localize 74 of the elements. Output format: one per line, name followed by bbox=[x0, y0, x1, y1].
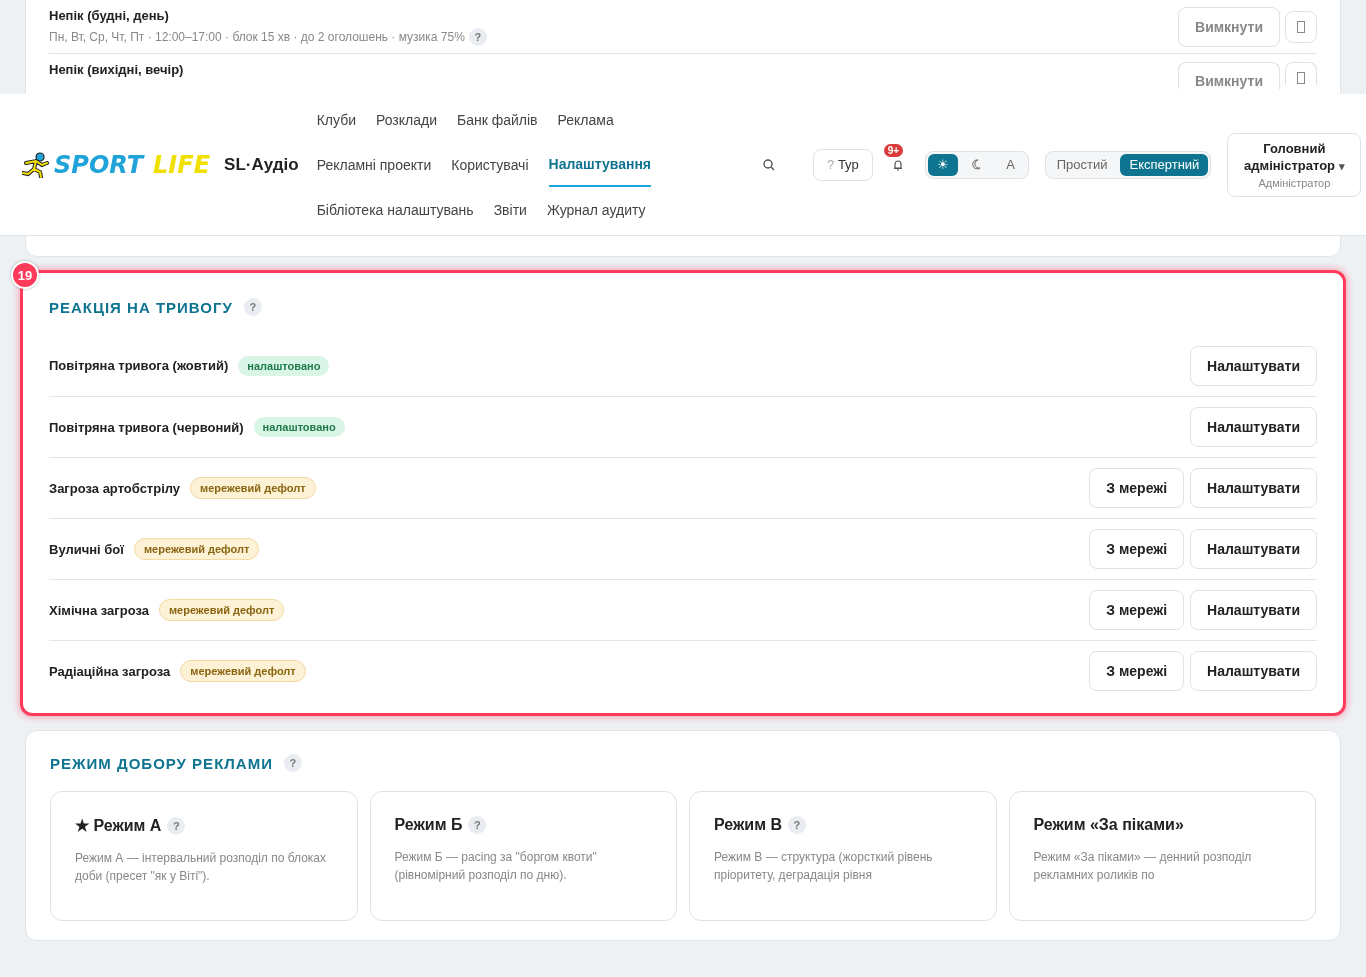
action-button[interactable]: З мережі bbox=[1089, 529, 1185, 569]
alarm-name: Хімічна загроза bbox=[49, 602, 149, 618]
search-icon[interactable] bbox=[763, 158, 776, 171]
mode-description: Режим Б — pacing за "боргом квоти" (рівномірний розподіл по дню). bbox=[394, 849, 598, 884]
mode-card[interactable]: Режим «За піками» Режим «За піками» — денний розподіл рекламних роликів по bbox=[1008, 791, 1316, 921]
help-badge[interactable]: ? bbox=[468, 816, 487, 834]
nav-link[interactable]: Налаштування bbox=[548, 142, 652, 187]
action-button[interactable]: Налаштувати bbox=[1190, 651, 1317, 691]
mode-description: Режим «За піками» — денний розподіл рекламних роликів по bbox=[1033, 849, 1253, 884]
mode-card[interactable]: Режим В ? Режим В — структура (жорсткий рівень пріоритету, деградація рівня bbox=[689, 791, 997, 921]
help-badge[interactable]: ? bbox=[243, 298, 262, 316]
action-button[interactable]: З мережі bbox=[1089, 468, 1185, 508]
status-tag: налаштовано bbox=[253, 417, 345, 437]
delete-button[interactable] bbox=[1285, 11, 1317, 43]
nav-link[interactable]: Розклади bbox=[376, 97, 437, 142]
logo-text: LIFE bbox=[153, 150, 211, 179]
mode-description: Режим В — структура (жорсткий рівень пріоритету, деградація рівня bbox=[714, 849, 934, 884]
status-tag: мережевий дефолт bbox=[180, 660, 306, 682]
disable-button[interactable]: Вимкнути bbox=[1178, 62, 1280, 89]
action-button[interactable]: З мережі bbox=[1089, 590, 1185, 630]
delete-button[interactable] bbox=[1285, 62, 1317, 85]
action-button[interactable]: Налаштувати bbox=[1190, 529, 1317, 569]
help-badge[interactable]: ? bbox=[167, 816, 186, 835]
alarm-name: Повітряна тривога (жовтий) bbox=[49, 358, 229, 373]
moon-icon bbox=[972, 159, 982, 170]
status-tag: мережевий дефолт bbox=[158, 599, 285, 621]
alarm-name: Вуличні бої bbox=[49, 541, 124, 557]
action-button[interactable]: Налаштувати bbox=[1190, 590, 1317, 630]
nav-link[interactable]: Звіти bbox=[493, 187, 527, 232]
nav-link[interactable]: Клуби bbox=[316, 97, 356, 142]
action-button[interactable]: Налаштувати bbox=[1190, 345, 1317, 386]
step-marker: 19 bbox=[11, 261, 39, 289]
notification-badge: 9+ bbox=[883, 143, 904, 157]
nav-link[interactable]: Бібліотека налаштувань bbox=[316, 187, 474, 232]
section-title: РЕАКЦІЯ НА ТРИВОГУ bbox=[49, 298, 233, 316]
schedule-title: Непік (будні, день) bbox=[49, 8, 170, 23]
nav-link[interactable]: Користувачі bbox=[451, 142, 529, 187]
mode-title: Режим Б bbox=[394, 816, 463, 834]
schedule-details: Пн, Вт, Ср, Чт, Пт · 12:00–17:00 · блок 15 хв · до 2 оголошень · музика 75% bbox=[49, 30, 465, 44]
mode-tab[interactable]: Простий bbox=[1047, 153, 1117, 176]
help-badge[interactable]: ? bbox=[468, 28, 487, 46]
nav-link[interactable]: Журнал аудиту bbox=[546, 187, 646, 232]
action-button[interactable]: З мережі bbox=[1089, 651, 1185, 691]
alarm-name: Радіаційна загроза bbox=[49, 663, 171, 679]
user-menu[interactable]: Головний адміністратор ▾ Адміністратор bbox=[1227, 132, 1362, 197]
status-tag: мережевий дефолт bbox=[190, 477, 316, 499]
logo-text: SPORT bbox=[54, 150, 144, 179]
section-title: РЕЖИМ ДОБОРУ РЕКЛАМИ bbox=[50, 754, 273, 772]
action-button[interactable]: Налаштувати bbox=[1190, 407, 1317, 447]
mode-title: ★ Режим А bbox=[75, 816, 162, 835]
action-button[interactable]: Налаштувати bbox=[1190, 468, 1317, 508]
help-badge[interactable]: ? bbox=[788, 816, 806, 834]
app-name: SL·Аудіо bbox=[224, 154, 299, 175]
alarm-name: Загроза артобстрілу bbox=[49, 480, 181, 496]
mode-description: Режим А — інтервальний розподіл по блоках доби (пресет "як у Віті"). bbox=[75, 850, 327, 885]
help-badge[interactable]: ? bbox=[283, 754, 302, 772]
status-tag: мережевий дефолт bbox=[133, 538, 260, 560]
mode-tab[interactable]: Експертний bbox=[1120, 153, 1209, 176]
alarm-name: Повітряна тривога (червоний) bbox=[49, 419, 244, 435]
nav-link[interactable]: Банк файлів bbox=[457, 97, 538, 142]
tour-button[interactable]: ? Тур bbox=[813, 148, 873, 181]
runner-icon bbox=[22, 151, 50, 178]
nav-link[interactable]: Реклама bbox=[557, 97, 614, 142]
auto-theme-button[interactable]: A bbox=[995, 153, 1026, 176]
bell-icon[interactable] bbox=[892, 158, 903, 171]
disable-button[interactable]: Вимкнути bbox=[1178, 7, 1280, 47]
schedule-title: Непік (вихідні, вечір) bbox=[49, 62, 185, 77]
light-theme-button[interactable]: ☀ bbox=[927, 153, 958, 176]
mode-card[interactable]: ★ Режим А ? Режим А — інтервальний розподіл по блоках доби (пресет "як у Віті"). bbox=[50, 791, 358, 921]
mode-title: Режим «За піками» bbox=[1033, 816, 1184, 834]
status-tag: налаштовано bbox=[238, 355, 330, 376]
mode-title: Режим В bbox=[714, 816, 782, 834]
nav-link[interactable]: Рекламні проекти bbox=[316, 142, 432, 187]
mode-card[interactable]: Режим Б ? Режим Б — pacing за "боргом квоти" (рівномірний розподіл по дню). bbox=[369, 791, 677, 921]
